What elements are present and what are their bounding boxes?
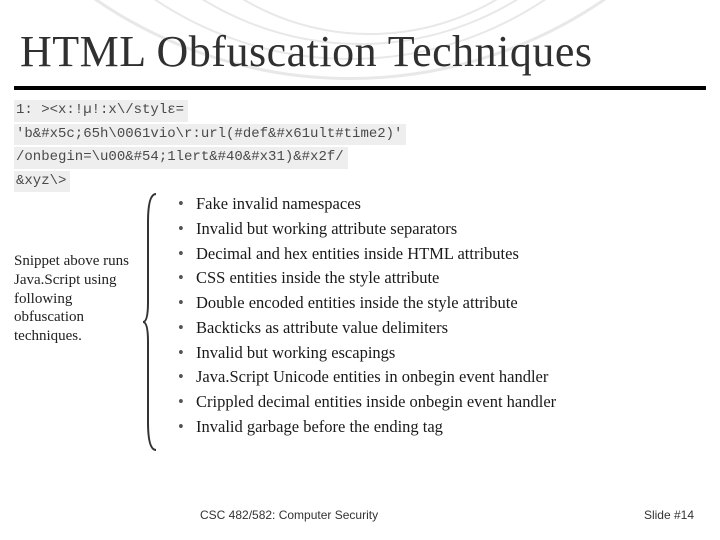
bullet-list: Fake invalid namespaces Invalid but work… [160, 192, 706, 452]
footer-course: CSC 482/582: Computer Security [200, 508, 378, 522]
code-line: /onbegin=\u00&#54;1lert&#40&#x31)&#x2f/ [14, 147, 348, 169]
bullet-item: Decimal and hex entities inside HTML att… [178, 242, 706, 267]
code-snippet: 1: ><x:!µ!:x\/stylε= 'b&#x5c;65h\0061vio… [14, 100, 514, 194]
bullet-item: Backticks as attribute value delimiters [178, 316, 706, 341]
code-line: 'b&#x5c;65h\0061vio\r:url(#def&#x61ult#t… [14, 124, 406, 146]
slide-number: Slide #14 [644, 508, 694, 522]
bullet-item: Java.Script Unicode entities in onbegin … [178, 365, 706, 390]
code-line: &xyz\> [14, 171, 70, 193]
brace-icon [142, 192, 160, 452]
code-line: 1: ><x:!µ!:x\/stylε= [14, 100, 188, 122]
bullet-item: Double encoded entities inside the style… [178, 291, 706, 316]
title-underline [14, 86, 706, 90]
content-row: Snippet above runs Java.Script using fol… [14, 192, 706, 452]
bullet-item: Crippled decimal entities inside onbegin… [178, 390, 706, 415]
bullet-item: Fake invalid namespaces [178, 192, 706, 217]
slide-title: HTML Obfuscation Techniques [20, 26, 593, 77]
bullet-item: Invalid garbage before the ending tag [178, 415, 706, 440]
snippet-caption: Snippet above runs Java.Script using fol… [14, 192, 142, 452]
bullet-item: CSS entities inside the style attribute [178, 266, 706, 291]
bullet-item: Invalid but working attribute separators [178, 217, 706, 242]
bullet-item: Invalid but working escapings [178, 341, 706, 366]
